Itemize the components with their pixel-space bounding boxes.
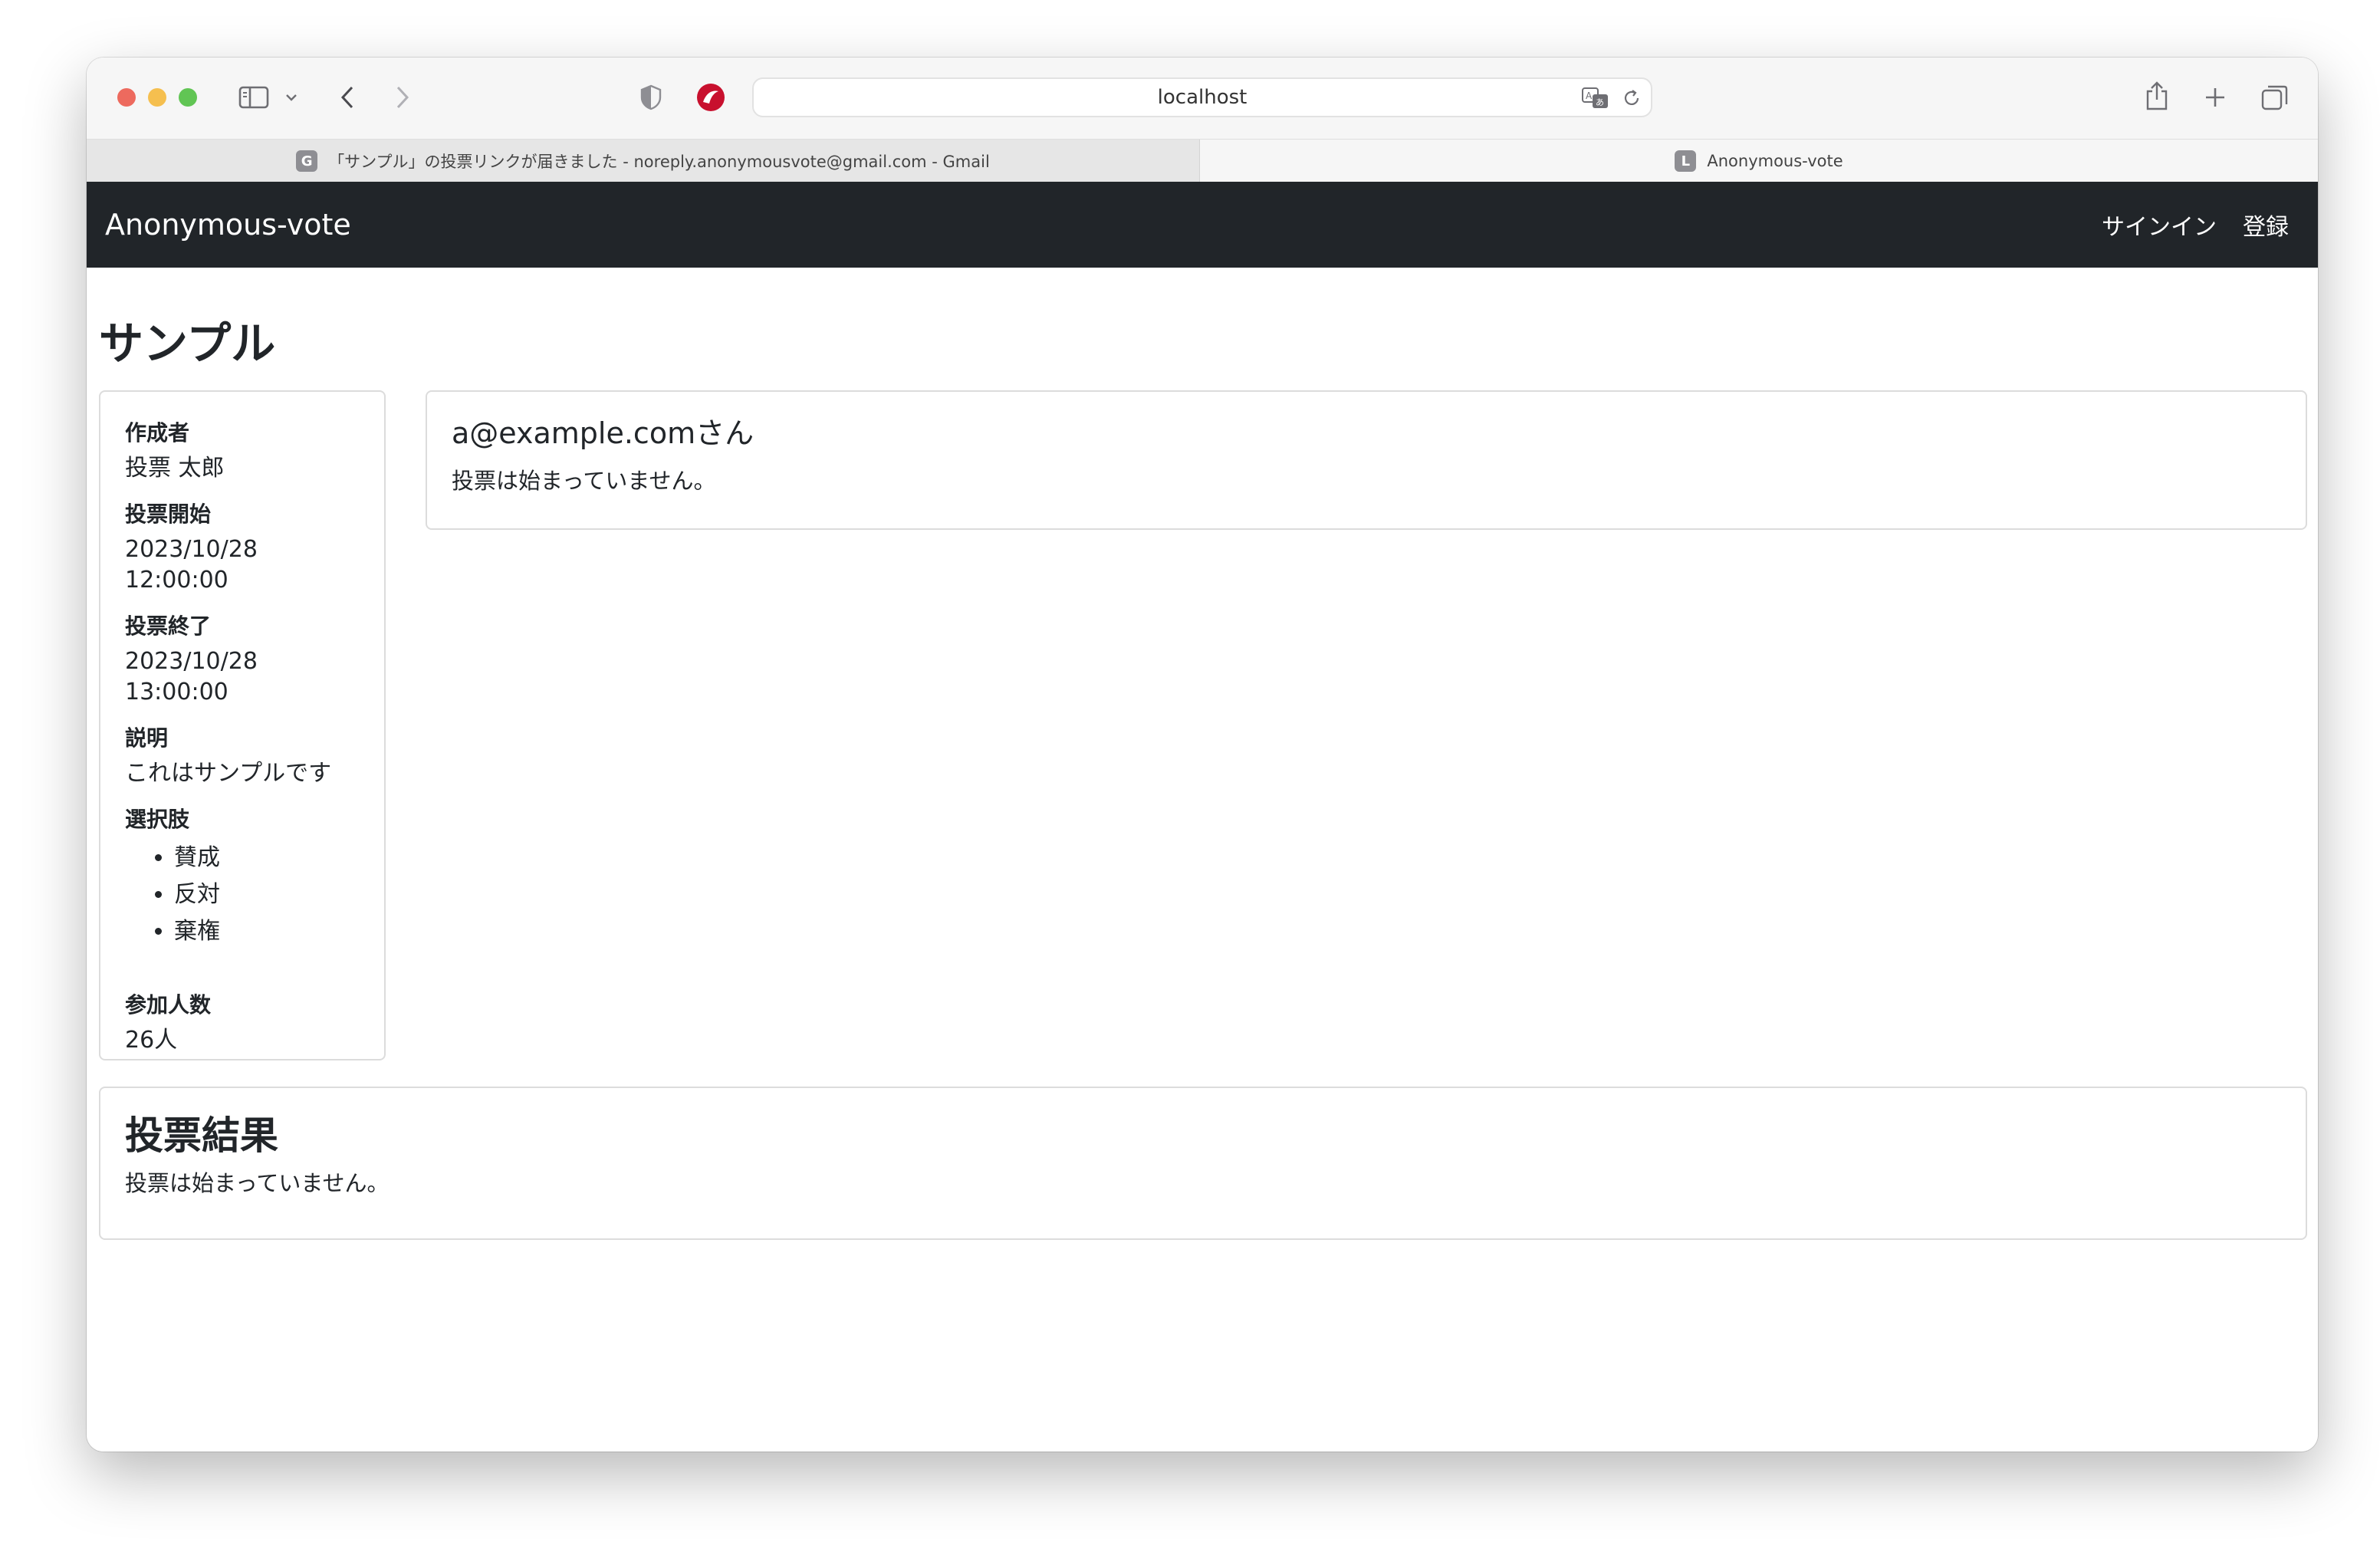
choice-item: 反対 bbox=[174, 876, 360, 913]
start-value: 2023/10/28 12:00:00 bbox=[125, 536, 258, 594]
result-heading: 投票結果 bbox=[125, 1113, 278, 1158]
new-tab-icon[interactable] bbox=[2200, 82, 2230, 113]
creator-label: 作成者 bbox=[125, 420, 190, 446]
zoom-window-button[interactable] bbox=[179, 88, 197, 107]
tab-anonymous-vote[interactable]: L Anonymous-vote bbox=[1200, 140, 2318, 182]
description-label: 説明 bbox=[125, 725, 169, 751]
brand-link[interactable]: Anonymous-vote bbox=[105, 182, 351, 268]
result-message: 投票は始まっていません。 bbox=[125, 1170, 390, 1196]
tab-favicon: L bbox=[1675, 150, 1697, 172]
user-status-card: a@example.comさん 投票は始まっていません。 bbox=[426, 390, 2307, 530]
tab-label: Anonymous-vote bbox=[1707, 152, 1843, 170]
user-email-heading: a@example.comさん bbox=[452, 416, 754, 450]
url-text: localhost bbox=[1157, 86, 1248, 109]
minimize-window-button[interactable] bbox=[148, 88, 166, 107]
creator-value: 投票 太郎 bbox=[125, 455, 225, 482]
browser-toolbar: localhost Aあ bbox=[87, 58, 2318, 139]
back-icon[interactable] bbox=[334, 81, 361, 114]
browser-window: localhost Aあ G 「サンプル」の投票リンクが届きました - nore… bbox=[87, 58, 2318, 1452]
reload-icon[interactable] bbox=[1620, 87, 1643, 110]
share-icon[interactable] bbox=[2142, 77, 2172, 114]
register-link[interactable]: 登録 bbox=[2243, 208, 2289, 242]
nav-links: サインイン 登録 bbox=[2102, 182, 2289, 268]
app-navbar: Anonymous-vote サインイン 登録 bbox=[87, 182, 2318, 268]
user-status-message: 投票は始まっていません。 bbox=[452, 468, 716, 494]
page-title: サンプル bbox=[99, 317, 276, 370]
tab-overview-icon[interactable] bbox=[2258, 81, 2292, 114]
forward-icon[interactable] bbox=[389, 81, 416, 114]
description-value: これはサンプルです bbox=[125, 760, 332, 787]
participants-value: 26人 bbox=[125, 1027, 178, 1054]
choice-item: 棄権 bbox=[174, 913, 360, 950]
translate-icon[interactable]: Aあ bbox=[1580, 85, 1611, 111]
participants-label: 参加人数 bbox=[125, 992, 212, 1018]
tab-bar: G 「サンプル」の投票リンクが届きました - noreply.anonymous… bbox=[87, 139, 2318, 182]
address-bar[interactable]: localhost Aあ bbox=[752, 77, 1652, 117]
signin-link[interactable]: サインイン bbox=[2102, 208, 2217, 242]
tab-favicon: G bbox=[296, 150, 318, 172]
vote-info-card: 作成者 投票 太郎 投票開始 2023/10/28 12:00:00 投票終了 … bbox=[99, 390, 386, 1060]
tab-label: 「サンプル」の投票リンクが届きました - noreply.anonymousvo… bbox=[328, 153, 990, 171]
tab-gmail[interactable]: G 「サンプル」の投票リンクが届きました - noreply.anonymous… bbox=[87, 140, 1200, 182]
main-content: サンプル 作成者 投票 太郎 投票開始 2023/10/28 12:00:00 … bbox=[87, 268, 2318, 1452]
svg-text:あ: あ bbox=[1596, 97, 1604, 107]
vote-result-card: 投票結果 投票は始まっていません。 bbox=[99, 1087, 2307, 1240]
start-label: 投票開始 bbox=[125, 501, 212, 527]
extension-icon[interactable] bbox=[694, 81, 728, 114]
choices-list: 賛成 反対 棄権 bbox=[125, 840, 360, 950]
chevron-down-icon[interactable] bbox=[283, 90, 300, 105]
close-window-button[interactable] bbox=[117, 88, 136, 107]
end-value: 2023/10/28 13:00:00 bbox=[125, 648, 258, 705]
end-label: 投票終了 bbox=[125, 613, 212, 639]
sidebar-icon[interactable] bbox=[237, 84, 271, 111]
shield-icon[interactable] bbox=[637, 82, 665, 113]
choice-item: 賛成 bbox=[174, 840, 360, 876]
svg-text:A: A bbox=[1586, 90, 1593, 101]
choices-label: 選択肢 bbox=[125, 807, 190, 832]
